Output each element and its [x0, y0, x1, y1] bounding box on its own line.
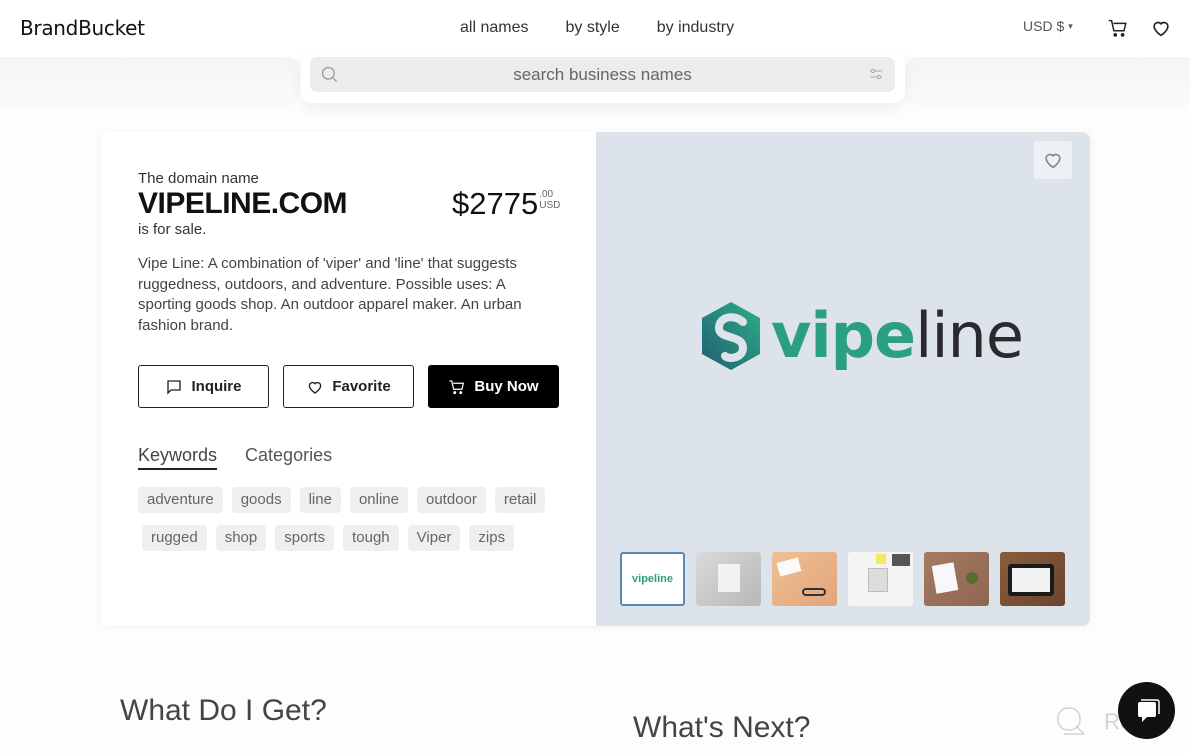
top-bar: BrandBucket all names by style by indust…	[0, 0, 1190, 57]
whats-next-heading: What's Next?	[633, 711, 811, 744]
thumbnail-strip: vipeline	[620, 552, 1065, 606]
snake-hexagon-icon	[702, 302, 760, 370]
thumbnail-phone-desk[interactable]	[696, 552, 761, 606]
search-icon[interactable]	[320, 65, 340, 85]
keyword-chip[interactable]: Viper	[407, 525, 461, 551]
cart-icon[interactable]	[1107, 17, 1129, 39]
keyword-chip[interactable]: zips	[469, 525, 515, 551]
price: $2775 .00 USD	[452, 186, 560, 222]
vipeline-logo: vipe line	[699, 299, 1024, 372]
nav-all-names[interactable]: all names	[460, 19, 528, 37]
filter-sliders-icon[interactable]	[869, 67, 883, 81]
keyword-list: adventure goods line online outdoor reta…	[138, 487, 568, 551]
inquire-button[interactable]: Inquire	[138, 365, 269, 408]
chat-widget-button[interactable]	[1118, 682, 1175, 739]
tab-categories[interactable]: Categories	[245, 445, 332, 470]
thumbnail-glasses-pen[interactable]	[772, 552, 837, 606]
pre-title: The domain name	[138, 170, 259, 187]
search-bar	[310, 57, 895, 92]
heart-icon[interactable]	[1150, 17, 1172, 39]
keyword-chip[interactable]: rugged	[142, 525, 207, 551]
thumbnail-notebook[interactable]	[848, 552, 913, 606]
heart-icon	[1045, 153, 1061, 169]
keyword-chip[interactable]: line	[299, 487, 341, 513]
keyword-chip[interactable]: goods	[231, 487, 291, 513]
nav-by-style[interactable]: by style	[565, 19, 619, 37]
keyword-chip[interactable]: tough	[343, 525, 399, 551]
buy-now-button[interactable]: Buy Now	[428, 365, 559, 408]
favorite-button[interactable]: Favorite	[283, 365, 414, 408]
chat-bubble-icon	[167, 379, 182, 395]
thumbnail-logo[interactable]: vipeline	[620, 552, 685, 606]
thumbnail-tablet[interactable]	[1000, 552, 1065, 606]
price-cents: .00	[539, 189, 554, 200]
logo-preview: vipe line vipeline	[596, 132, 1090, 626]
keyword-row: rugged shop sports tough Viper zips	[142, 525, 568, 551]
cart-icon	[449, 379, 465, 394]
keyword-chip[interactable]: online	[349, 487, 408, 513]
buy-now-label: Buy Now	[474, 378, 539, 395]
chat-bubble-icon	[1137, 698, 1160, 722]
thumbnail-logo-text: vipeline	[632, 573, 673, 585]
search-backdrop-right	[905, 57, 1190, 107]
logo-text-vipe: vipe	[771, 299, 916, 372]
thumbnail-paper-coffee[interactable]	[924, 552, 989, 606]
keyword-chip[interactable]: shop	[215, 525, 267, 551]
listing-card: The domain name VIPELINE.COM is for sale…	[101, 132, 1090, 626]
keyword-chip[interactable]: sports	[275, 525, 335, 551]
caret-down-icon: ▾	[1068, 21, 1073, 31]
heart-icon	[309, 381, 322, 394]
preview-favorite-button[interactable]	[1034, 141, 1072, 179]
nav-by-industry[interactable]: by industry	[657, 19, 734, 37]
currency-selector[interactable]: USD $ ▾	[1023, 18, 1073, 34]
currency-label: USD $	[1023, 18, 1065, 34]
search-input[interactable]	[310, 57, 895, 92]
brandbucket-logo[interactable]: BrandBucket	[20, 16, 145, 40]
search-backdrop-left	[0, 57, 300, 107]
info-tabs: Keywords Categories	[138, 445, 332, 470]
tab-keywords[interactable]: Keywords	[138, 445, 218, 470]
post-title: is for sale.	[138, 221, 207, 238]
keyword-chip[interactable]: outdoor	[417, 487, 486, 513]
revain-logo-icon	[1057, 707, 1086, 735]
main-nav: all names by style by industry	[460, 19, 734, 37]
favorite-label: Favorite	[332, 378, 391, 395]
logo-text-line: line	[915, 299, 1024, 372]
domain-description: Vipe Line: A combination of 'viper' and …	[138, 255, 522, 334]
price-amount: $2775	[452, 186, 539, 221]
action-buttons: Inquire Favorite Buy Now	[138, 365, 559, 408]
price-currency: USD	[539, 200, 561, 211]
keyword-chip[interactable]: retail	[494, 487, 546, 513]
keyword-chip[interactable]: adventure	[138, 487, 223, 513]
what-do-i-get-heading: What Do I Get?	[120, 694, 327, 727]
inquire-label: Inquire	[191, 378, 242, 395]
